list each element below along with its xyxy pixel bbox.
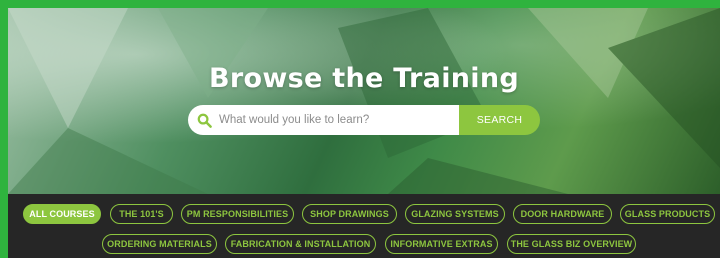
search-bar: SEARCH: [188, 105, 540, 135]
filter-door-hardware[interactable]: DOOR HARDWARE: [513, 204, 612, 224]
filter-row-2: ORDERING MATERIALS FABRICATION & INSTALL…: [8, 234, 720, 254]
filter-informative-extras[interactable]: INFORMATIVE EXTRAS: [385, 234, 498, 254]
filter-glazing-systems[interactable]: GLAZING SYSTEMS: [405, 204, 505, 224]
search-field-wrapper[interactable]: [188, 105, 459, 135]
filter-shop-drawings[interactable]: SHOP DRAWINGS: [302, 204, 397, 224]
filter-pm-responsibilities[interactable]: PM RESPONSIBILITIES: [181, 204, 294, 224]
filter-all-courses[interactable]: ALL COURSES: [23, 204, 101, 224]
filter-the-101s[interactable]: THE 101'S: [110, 204, 173, 224]
search-input[interactable]: [219, 114, 449, 126]
filter-glass-products[interactable]: GLASS PRODUCTS: [620, 204, 715, 224]
filter-ordering-materials[interactable]: ORDERING MATERIALS: [102, 234, 217, 254]
page-title: Browse the Training: [209, 63, 519, 94]
search-icon: [197, 113, 212, 128]
filter-row-1: ALL COURSES THE 101'S PM RESPONSIBILITIE…: [8, 204, 720, 224]
filter-fabrication-installation[interactable]: FABRICATION & INSTALLATION: [225, 234, 376, 254]
course-filter-bar: ALL COURSES THE 101'S PM RESPONSIBILITIE…: [8, 194, 720, 258]
filter-the-glass-biz-overview[interactable]: THE GLASS BIZ OVERVIEW: [507, 234, 636, 254]
hero-banner: Browse the Training SEARCH: [8, 8, 720, 194]
search-button[interactable]: SEARCH: [459, 105, 540, 135]
hero-background-shapes: [8, 8, 720, 194]
page-frame: Browse the Training SEARCH ALL COURSES T…: [8, 8, 720, 258]
